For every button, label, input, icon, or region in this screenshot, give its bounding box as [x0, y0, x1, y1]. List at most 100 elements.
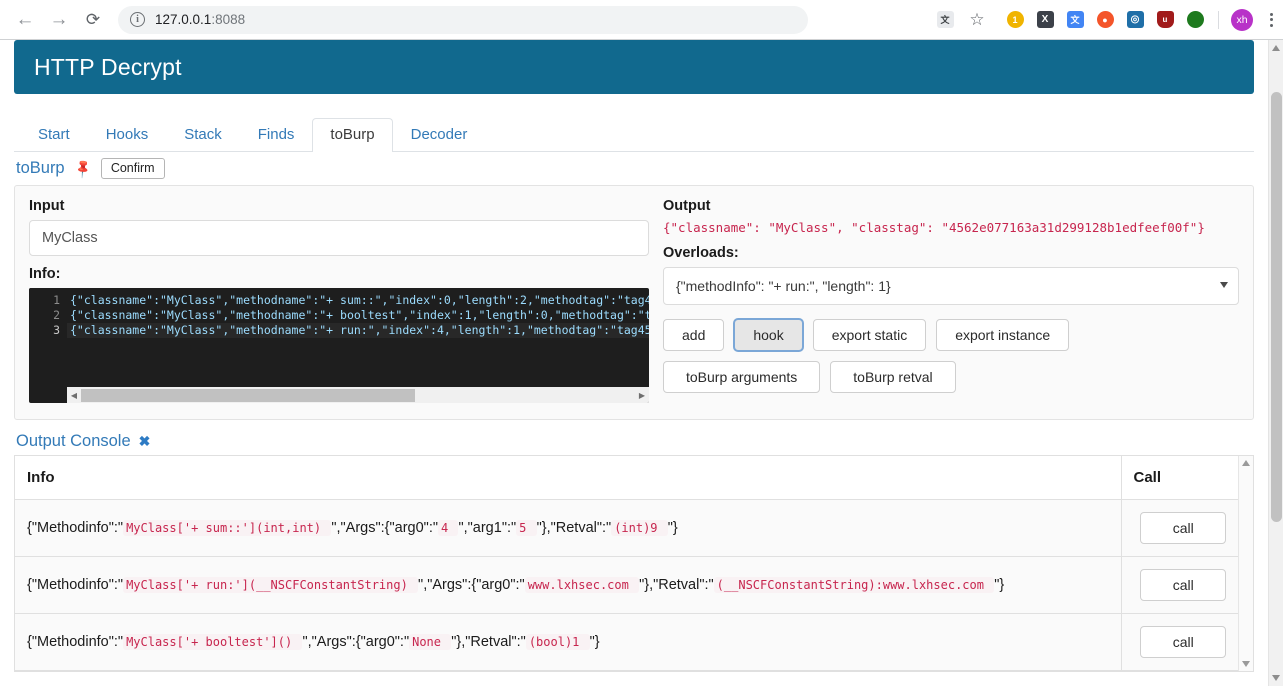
navigation-buttons: ← → ⟳: [0, 3, 110, 37]
row-text: {"Methodinfo":" MyClass['+ sum::'](int,in…: [27, 520, 1109, 536]
cell-info: {"Methodinfo":" MyClass['+ run:'](__NSCFC…: [15, 556, 1121, 614]
page-title: HTTP Decrypt: [34, 53, 182, 80]
address-bar[interactable]: i 127.0.0.1:8088: [118, 5, 808, 34]
cell-call: call: [1120, 556, 1245, 614]
green-circle-icon[interactable]: [1180, 5, 1210, 35]
line-number: 2: [53, 308, 60, 322]
confirm-button[interactable]: Confirm: [100, 158, 165, 179]
code-fragment: www.lxhsec.com: [524, 577, 640, 593]
close-x-icon[interactable]: ✖: [139, 433, 151, 450]
overloads-select[interactable]: {"methodInfo": "+ run:", "length": 1}: [663, 267, 1239, 305]
tab-stack[interactable]: Stack: [166, 118, 240, 152]
toburp-arguments-button[interactable]: toBurp arguments: [663, 361, 821, 393]
scroll-up-arrow-icon[interactable]: [1242, 460, 1250, 466]
table-row: {"Methodinfo":" MyClass['+ sum::'](int,in…: [15, 499, 1245, 557]
url-host: 127.0.0.1: [155, 12, 212, 27]
output-console-header: Output Console ✖: [14, 432, 1254, 451]
add-button[interactable]: add: [663, 319, 725, 351]
code-fragment: (bool)1: [525, 634, 590, 650]
text-fragment: "},"Retval":": [451, 634, 526, 650]
clockwork-icon[interactable]: ●: [1090, 5, 1120, 35]
code-fragment: 5: [516, 520, 537, 536]
column-header-info: Info: [15, 456, 1121, 500]
overloads-select-wrapper: {"methodInfo": "+ run:", "length": 1}: [663, 267, 1239, 305]
editor-horizontal-scrollbar[interactable]: ◀ ▶: [67, 386, 649, 403]
editor-code[interactable]: {"classname":"MyClass","methodname":"+ s…: [67, 288, 649, 386]
output-column: Output {"classname": "MyClass", "classta…: [663, 198, 1239, 403]
table-header-row: Info Call: [15, 456, 1245, 500]
text-fragment: ","arg1":": [458, 520, 517, 536]
page-scroll-up-arrow-icon[interactable]: [1272, 45, 1280, 51]
reload-icon[interactable]: ⟳: [76, 3, 110, 37]
call-button[interactable]: call: [1140, 512, 1227, 544]
info-label: Info:: [29, 266, 61, 282]
cell-info: {"Methodinfo":" MyClass['+ sum::'](int,in…: [15, 499, 1121, 557]
subheader: toBurp 📌 Confirm: [14, 157, 1254, 180]
input-column: Input Info: 1 2 3 {"classname":"MyClass"…: [29, 198, 649, 403]
class-name-input[interactable]: [29, 220, 649, 256]
tampermonkey-icon[interactable]: 1: [1000, 5, 1030, 35]
table-body: {"Methodinfo":" MyClass['+ sum::'](int,in…: [15, 499, 1245, 671]
table-row: {"Methodinfo":" MyClass['+ run:'](__NSCFC…: [15, 556, 1245, 614]
code-fragment: (int)9: [611, 520, 668, 536]
editor-line: {"classname":"MyClass","methodname":"+ b…: [70, 308, 649, 322]
translate-toolbar-icon[interactable]: 文: [930, 5, 960, 35]
tab-decoder[interactable]: Decoder: [393, 118, 486, 152]
cell-call: call: [1120, 499, 1245, 557]
forward-arrow-icon[interactable]: →: [42, 3, 76, 37]
scroll-down-arrow-icon[interactable]: [1242, 661, 1250, 667]
page-scroll-down-arrow-icon[interactable]: [1272, 675, 1280, 681]
pin-icon[interactable]: 📌: [71, 157, 94, 180]
column-header-call: Call: [1120, 456, 1245, 500]
avatar[interactable]: xh: [1227, 5, 1257, 35]
export-instance-button[interactable]: export instance: [936, 319, 1070, 351]
tab-finds[interactable]: Finds: [240, 118, 313, 152]
subheader-title: toBurp: [16, 159, 65, 177]
kebab-menu-icon[interactable]: [1259, 6, 1283, 34]
text-fragment: "}: [589, 634, 600, 650]
info-code-editor[interactable]: 1 2 3 {"classname":"MyClass","methodname…: [29, 288, 649, 403]
table-head: Info Call: [15, 456, 1245, 500]
bookmark-star-icon[interactable]: ☆: [962, 5, 992, 35]
container: HTTP Decrypt Start Hooks Stack Finds toB…: [0, 40, 1268, 672]
text-fragment: {"Methodinfo":": [27, 577, 124, 593]
tab-hooks[interactable]: Hooks: [88, 118, 167, 152]
browser-toolbar: ← → ⟳ i 127.0.0.1:8088 文 ☆ 1 X 文 ● ◎ u …: [0, 0, 1283, 40]
google-translate-icon[interactable]: 文: [1060, 5, 1090, 35]
export-static-button[interactable]: export static: [812, 319, 927, 351]
cell-call: call: [1120, 613, 1245, 671]
page-vertical-scrollbar[interactable]: [1268, 40, 1283, 686]
text-fragment: "}: [667, 520, 678, 536]
scroll-right-arrow-icon[interactable]: ▶: [635, 391, 649, 400]
page-content: HTTP Decrypt Start Hooks Stack Finds toB…: [0, 40, 1268, 686]
text-fragment: ","Args":{"arg0":": [418, 577, 525, 593]
editor-body: 1 2 3 {"classname":"MyClass","methodname…: [29, 288, 649, 386]
toburp-panel: Input Info: 1 2 3 {"classname":"MyClass"…: [14, 185, 1254, 420]
text-fragment: "},"Retval":": [536, 520, 612, 536]
editor-line: {"classname":"MyClass","methodname":"+ s…: [70, 293, 649, 307]
app-header: HTTP Decrypt: [14, 40, 1254, 94]
action-buttons-row-1: add hook export static export instance: [663, 319, 1239, 351]
table-vertical-scrollbar[interactable]: [1238, 456, 1253, 671]
back-arrow-icon[interactable]: ←: [8, 3, 42, 37]
tab-start[interactable]: Start: [20, 118, 88, 152]
call-button[interactable]: call: [1140, 626, 1227, 658]
toburp-retval-button[interactable]: toBurp retval: [830, 361, 956, 393]
call-button[interactable]: call: [1140, 569, 1227, 601]
text-fragment: ","Args":{"arg0":": [331, 520, 439, 536]
text-fragment: "},"Retval":": [639, 577, 714, 593]
editor-scroll-thumb[interactable]: [81, 389, 415, 402]
tab-toburp[interactable]: toBurp: [312, 118, 393, 152]
page-scroll-thumb[interactable]: [1271, 92, 1282, 522]
scroll-left-arrow-icon[interactable]: ◀: [67, 391, 81, 400]
output-console-title: Output Console: [16, 432, 131, 450]
table-row: {"Methodinfo":" MyClass['+ booltest']() "…: [15, 613, 1245, 671]
avatar-label: xh: [1231, 8, 1253, 31]
editor-scroll-track[interactable]: [81, 387, 635, 403]
ublock-origin-icon[interactable]: u: [1150, 5, 1180, 35]
site-info-icon[interactable]: i: [130, 12, 145, 27]
xswitch-icon[interactable]: X: [1030, 5, 1060, 35]
extension-icons: 1 X 文 ● ◎ u: [1000, 5, 1210, 35]
hook-button[interactable]: hook: [734, 319, 803, 351]
evernote-icon[interactable]: ◎: [1120, 5, 1150, 35]
